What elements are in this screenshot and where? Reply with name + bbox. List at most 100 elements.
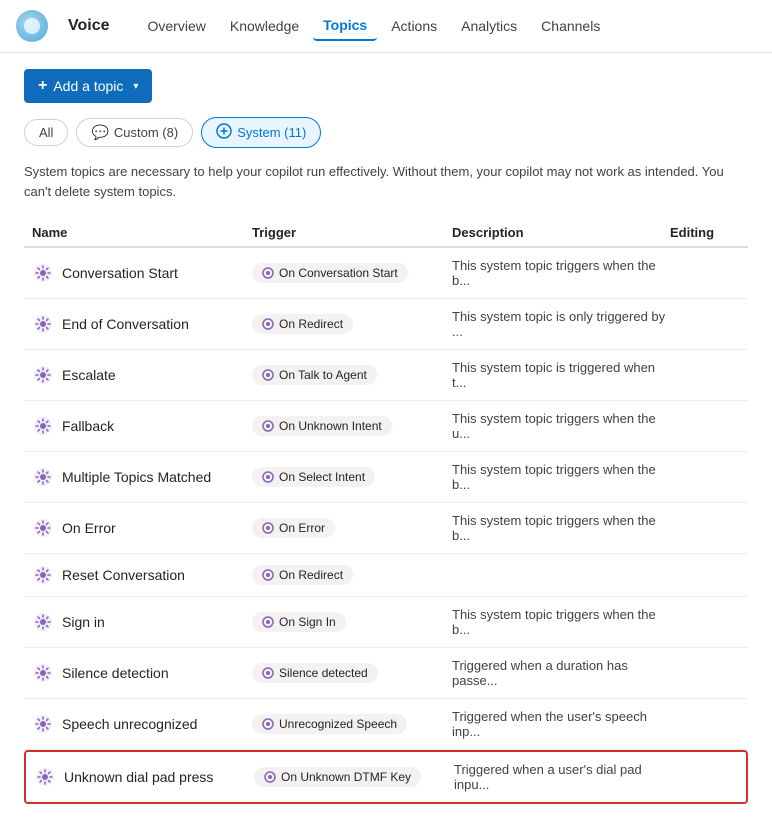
trigger-icon [262, 318, 274, 330]
custom-label: Custom (8) [114, 125, 178, 140]
topic-icon [32, 662, 54, 684]
app-logo [16, 10, 48, 42]
table-row[interactable]: Sign in On Sign In This system topic tri… [24, 597, 748, 648]
topic-name: On Error [62, 520, 116, 536]
chevron-down-icon: ▾ [133, 81, 138, 92]
table-row[interactable]: Fallback On Unknown Intent This system t… [24, 401, 748, 452]
topics-table: Name Trigger Description Editing Convers… [24, 219, 748, 804]
trigger-text: On Sign In [279, 615, 336, 629]
trigger-icon [264, 771, 276, 783]
topic-description: Triggered when the user's speech inp... [452, 709, 670, 739]
add-topic-button[interactable]: + Add a topic ▾ [24, 69, 152, 103]
trigger-text: On Conversation Start [279, 266, 398, 280]
all-label: All [39, 125, 53, 140]
main-content: + Add a topic ▾ All 💬 Custom (8) System … [0, 53, 772, 820]
col-description: Description [452, 225, 670, 240]
filter-system[interactable]: System (11) [201, 117, 321, 148]
trigger-badge: On Select Intent [252, 467, 375, 487]
trigger-icon [262, 522, 274, 534]
topic-trigger-cell: On Talk to Agent [252, 365, 452, 385]
nav-item-channels[interactable]: Channels [531, 12, 610, 40]
table-row[interactable]: Escalate On Talk to Agent This system to… [24, 350, 748, 401]
topic-name-cell: Sign in [32, 611, 252, 633]
topic-name-cell: Silence detection [32, 662, 252, 684]
topic-name: Reset Conversation [62, 567, 185, 583]
topic-icon [32, 262, 54, 284]
topic-icon [32, 713, 54, 735]
table-row[interactable]: Speech unrecognized Unrecognized Speech … [24, 699, 748, 750]
trigger-text: On Talk to Agent [279, 368, 367, 382]
topic-trigger-cell: Silence detected [252, 663, 452, 683]
table-row[interactable]: Conversation Start On Conversation Start… [24, 248, 748, 299]
topic-trigger-cell: Unrecognized Speech [252, 714, 452, 734]
topic-name-cell: Unknown dial pad press [34, 766, 254, 788]
topic-icon [32, 564, 54, 586]
system-label: System (11) [237, 125, 306, 140]
topic-name-cell: End of Conversation [32, 313, 252, 335]
topic-icon [32, 364, 54, 386]
filter-tabs: All 💬 Custom (8) System (11) [24, 117, 748, 148]
topic-trigger-cell: On Select Intent [252, 467, 452, 487]
topic-description: This system topic is triggered when t... [452, 360, 670, 390]
topic-icon [32, 517, 54, 539]
topic-name: Escalate [62, 367, 116, 383]
topic-name: Fallback [62, 418, 114, 434]
table-row[interactable]: Silence detection Silence detected Trigg… [24, 648, 748, 699]
table-row[interactable]: Reset Conversation On Redirect [24, 554, 748, 597]
topic-name-cell: Escalate [32, 364, 252, 386]
trigger-badge: On Unknown Intent [252, 416, 392, 436]
topic-description: Triggered when a duration has passe... [452, 658, 670, 688]
nav-item-analytics[interactable]: Analytics [451, 12, 527, 40]
table-row[interactable]: Multiple Topics Matched On Select Intent… [24, 452, 748, 503]
filter-custom[interactable]: 💬 Custom (8) [76, 118, 193, 147]
table-row[interactable]: Unknown dial pad press On Unknown DTMF K… [24, 750, 748, 804]
topic-name-cell: Reset Conversation [32, 564, 252, 586]
trigger-icon [262, 718, 274, 730]
topic-trigger-cell: On Redirect [252, 565, 452, 585]
nav-item-knowledge[interactable]: Knowledge [220, 12, 309, 40]
topic-name: Sign in [62, 614, 105, 630]
plus-icon: + [38, 77, 47, 95]
topic-trigger-cell: On Error [252, 518, 452, 538]
topic-trigger-cell: On Conversation Start [252, 263, 452, 283]
topic-description: Triggered when a user's dial pad inpu... [454, 762, 668, 792]
trigger-badge: On Unknown DTMF Key [254, 767, 421, 787]
topic-trigger-cell: On Unknown DTMF Key [254, 767, 454, 787]
topic-description: This system topic triggers when the b... [452, 513, 670, 543]
trigger-badge: Unrecognized Speech [252, 714, 407, 734]
app-header: Voice OverviewKnowledgeTopicsActionsAnal… [0, 0, 772, 53]
table-row[interactable]: End of Conversation On Redirect This sys… [24, 299, 748, 350]
chat-icon: 💬 [91, 124, 108, 141]
topic-description: This system topic triggers when the u... [452, 411, 670, 441]
nav-item-overview[interactable]: Overview [138, 12, 216, 40]
topic-description: This system topic triggers when the b... [452, 258, 670, 288]
trigger-text: On Select Intent [279, 470, 365, 484]
topic-description: This system topic triggers when the b... [452, 462, 670, 492]
trigger-text: On Unknown DTMF Key [281, 770, 411, 784]
trigger-text: On Error [279, 521, 325, 535]
table-row[interactable]: On Error On Error This system topic trig… [24, 503, 748, 554]
add-topic-label: Add a topic [53, 78, 123, 94]
trigger-badge: On Error [252, 518, 335, 538]
topic-icon [34, 766, 56, 788]
topic-icon [32, 611, 54, 633]
nav-item-topics[interactable]: Topics [313, 11, 377, 41]
filter-all[interactable]: All [24, 119, 68, 146]
nav-item-actions[interactable]: Actions [381, 12, 447, 40]
trigger-badge: On Conversation Start [252, 263, 408, 283]
trigger-badge: On Redirect [252, 565, 353, 585]
trigger-badge: Silence detected [252, 663, 378, 683]
topic-icon [32, 415, 54, 437]
trigger-badge: On Talk to Agent [252, 365, 377, 385]
topic-trigger-cell: On Unknown Intent [252, 416, 452, 436]
topic-trigger-cell: On Redirect [252, 314, 452, 334]
trigger-icon [262, 569, 274, 581]
topic-name: Unknown dial pad press [64, 769, 213, 785]
trigger-text: Silence detected [279, 666, 368, 680]
trigger-text: Unrecognized Speech [279, 717, 397, 731]
main-nav: OverviewKnowledgeTopicsActionsAnalyticsC… [138, 11, 611, 41]
trigger-icon [262, 667, 274, 679]
system-topics-info: System topics are necessary to help your… [24, 162, 748, 201]
trigger-text: On Redirect [279, 568, 343, 582]
topic-name-cell: On Error [32, 517, 252, 539]
